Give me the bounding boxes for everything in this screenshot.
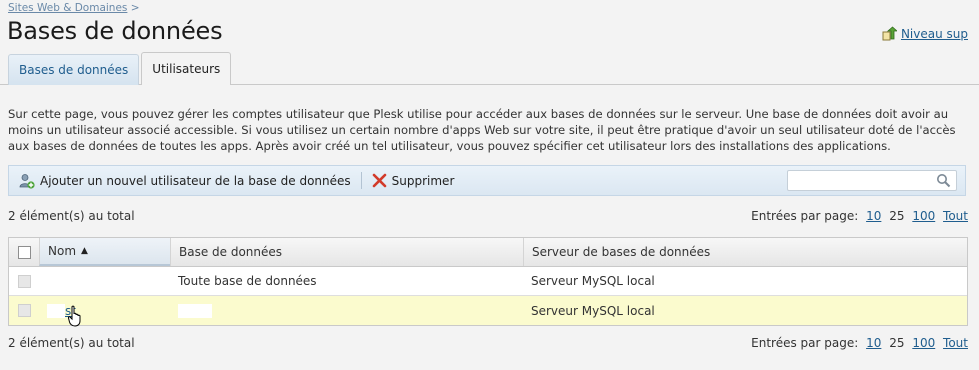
user-name-link[interactable] [47, 274, 79, 288]
delete-icon [372, 173, 386, 188]
breadcrumb-separator: > [130, 2, 140, 14]
breadcrumb-link-sites[interactable]: Sites Web & Domaines [8, 2, 127, 14]
select-all-checkbox[interactable] [17, 245, 31, 259]
search-input[interactable] [788, 171, 936, 190]
table-header: Nom ▲ Base de données Serveur de bases d… [9, 238, 967, 267]
row-checkbox[interactable] [17, 304, 31, 317]
page-title: Bases de données [7, 17, 223, 45]
column-header-server[interactable]: Serveur de bases de données [523, 238, 967, 266]
column-server-label: Serveur de bases de données [532, 245, 711, 259]
row-checkbox[interactable] [17, 274, 31, 288]
row-server-cell: Serveur MySQL local [523, 267, 967, 295]
delete-button[interactable]: Supprimer [362, 166, 465, 195]
row-database-value [178, 303, 212, 318]
column-header-database[interactable]: Base de données [170, 238, 523, 266]
up-level-button[interactable]: Niveau sup [882, 26, 968, 41]
row-checkbox-cell [9, 296, 39, 325]
per-page-25-selected: 25 [889, 336, 905, 350]
items-total-top: 2 élément(s) au total [8, 209, 135, 223]
table-row: Toute base de données Serveur MySQL loca… [9, 267, 967, 296]
per-page-all[interactable]: Tout [943, 336, 968, 350]
per-page-100[interactable]: 100 [912, 209, 935, 223]
row-name-cell [39, 267, 170, 295]
per-page-label: Entrées par page: [751, 209, 859, 223]
per-page-10[interactable]: 10 [866, 336, 881, 350]
row-checkbox-cell [9, 267, 39, 295]
items-total-bottom: 2 élément(s) au total [8, 336, 135, 350]
row-name-cell: st [39, 296, 170, 327]
row-server-value: Serveur MySQL local [531, 274, 655, 288]
per-page-100[interactable]: 100 [912, 336, 935, 350]
per-page-25-selected: 25 [889, 209, 905, 223]
select-all-cell [9, 238, 39, 266]
up-level-link[interactable]: Niveau sup [901, 27, 968, 41]
column-name-label: Nom [48, 244, 77, 258]
toolbar: Ajouter un nouvel utilisateur de la base… [8, 165, 966, 196]
hand-cursor-icon [67, 305, 81, 327]
tab-users[interactable]: Utilisateurs [141, 52, 232, 85]
row-database-value: Toute base de données [178, 274, 317, 288]
up-level-icon [882, 26, 897, 41]
name-redacted [47, 303, 65, 318]
page-description: Sur cette page, vous pouvez gérer les co… [8, 107, 956, 153]
per-page-bottom: Entrées par page: 10 25 100 Tout [751, 336, 968, 350]
column-database-label: Base de données [179, 245, 283, 259]
search-box [787, 170, 957, 191]
per-page-10[interactable]: 10 [866, 209, 881, 223]
add-user-icon [19, 173, 35, 189]
sort-ascending-icon: ▲ [81, 246, 88, 256]
breadcrumb: Sites Web & Domaines > [8, 2, 140, 14]
add-user-label: Ajouter un nouvel utilisateur de la base… [40, 173, 351, 188]
add-user-button[interactable]: Ajouter un nouvel utilisateur de la base… [9, 166, 361, 195]
row-server-cell: Serveur MySQL local [523, 296, 967, 325]
search-icon[interactable] [936, 173, 951, 188]
row-database-cell: Toute base de données [170, 267, 523, 295]
tab-databases[interactable]: Bases de données [8, 54, 140, 85]
delete-label: Supprimer [391, 173, 455, 188]
column-header-name[interactable]: Nom ▲ [39, 238, 170, 266]
per-page-top: Entrées par page: 10 25 100 Tout [751, 209, 968, 223]
tab-bar: Bases de données Utilisateurs [8, 52, 233, 85]
row-server-value: Serveur MySQL local [531, 303, 655, 318]
table-row: st Serveur MySQL local [9, 296, 967, 327]
per-page-all[interactable]: Tout [943, 209, 968, 223]
users-table: Nom ▲ Base de données Serveur de bases d… [8, 237, 968, 327]
per-page-label: Entrées par page: [751, 336, 859, 350]
row-database-cell [170, 296, 523, 325]
